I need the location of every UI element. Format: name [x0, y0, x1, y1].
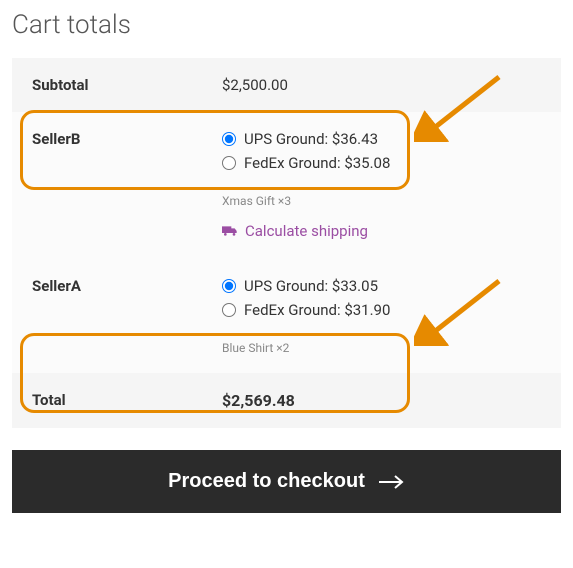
shipping-radio[interactable]	[222, 132, 236, 146]
cart-totals-table: Subtotal $2,500.00 SellerB UPS Ground: $…	[12, 58, 561, 428]
seller-row: SellerB UPS Ground: $36.43 FedEx Ground:…	[12, 112, 561, 259]
shipping-option[interactable]: UPS Ground: $36.43	[222, 130, 541, 148]
shipping-radio[interactable]	[222, 279, 236, 293]
calculate-shipping-label: Calculate shipping	[245, 222, 368, 240]
cart-totals-title: Cart totals	[12, 10, 561, 40]
calculate-shipping-link[interactable]: Calculate shipping	[222, 222, 368, 240]
item-note: Blue Shirt ×2	[222, 341, 541, 355]
seller-name: SellerA	[12, 259, 202, 373]
total-label: Total	[12, 373, 202, 428]
subtotal-label: Subtotal	[12, 58, 202, 112]
shipping-option[interactable]: FedEx Ground: $35.08	[222, 154, 541, 172]
total-row: Total $2,569.48	[12, 373, 561, 428]
subtotal-value: $2,500.00	[202, 58, 561, 112]
subtotal-row: Subtotal $2,500.00	[12, 58, 561, 112]
shipping-option-label: UPS Ground: $33.05	[244, 277, 378, 295]
checkout-button-label: Proceed to checkout	[168, 470, 365, 493]
shipping-option-label: UPS Ground: $36.43	[244, 130, 378, 148]
shipping-radio[interactable]	[222, 303, 236, 317]
shipping-option-label: FedEx Ground: $31.90	[244, 301, 390, 319]
shipping-option-label: FedEx Ground: $35.08	[244, 154, 390, 172]
item-note: Xmas Gift ×3	[222, 194, 541, 208]
proceed-to-checkout-button[interactable]: Proceed to checkout	[12, 450, 561, 513]
total-value: $2,569.48	[202, 373, 561, 428]
shipping-option[interactable]: FedEx Ground: $31.90	[222, 301, 541, 319]
seller-row: SellerA UPS Ground: $33.05 FedEx Ground:…	[12, 259, 561, 373]
truck-icon	[222, 225, 238, 237]
shipping-option[interactable]: UPS Ground: $33.05	[222, 277, 541, 295]
seller-name: SellerB	[12, 112, 202, 259]
arrow-right-icon	[379, 475, 405, 489]
shipping-radio[interactable]	[222, 156, 236, 170]
